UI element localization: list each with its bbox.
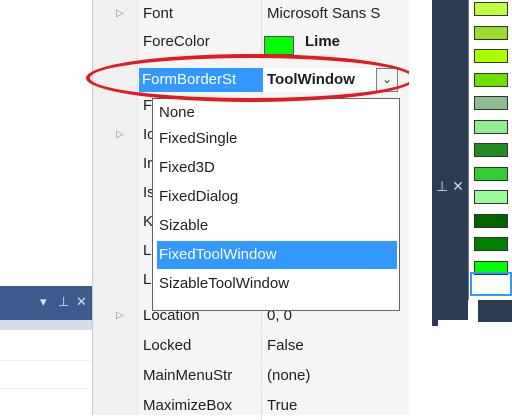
dropdown-option-none[interactable]: None (157, 99, 397, 127)
property-value[interactable]: (none) (267, 367, 406, 384)
column-separator (261, 392, 262, 420)
dropdown-option-fixedsingle[interactable]: FixedSingle (157, 125, 397, 153)
property-name: MainMenuStr (143, 367, 233, 384)
pin-icon[interactable]: ⊥ (58, 294, 69, 310)
close-icon[interactable]: ✕ (76, 294, 87, 310)
property-row[interactable]: Font Microsoft Sans S (137, 0, 408, 28)
color-swatch[interactable] (474, 237, 508, 251)
property-row[interactable]: Locked False (137, 332, 408, 360)
column-separator (261, 28, 262, 56)
color-swatch[interactable] (474, 2, 508, 16)
color-swatch[interactable] (474, 96, 508, 110)
right-bottom-bar (478, 300, 512, 322)
color-swatch[interactable] (474, 190, 508, 204)
property-name: Font (143, 5, 174, 22)
property-value[interactable]: False (267, 337, 406, 354)
property-name: MaximizeBox (143, 397, 233, 414)
expand-icon[interactable]: ▷ (116, 8, 124, 19)
property-row[interactable]: MaximizeBox True (137, 392, 408, 420)
right-dark-bar (432, 0, 468, 320)
expand-icon[interactable]: ▷ (116, 310, 124, 321)
dropdown-icon[interactable]: ▾ (40, 294, 47, 310)
dropdown-option-fixed3d[interactable]: Fixed3D (157, 154, 397, 182)
column-separator (261, 332, 262, 360)
formborderstyle-dropdown-list[interactable]: None FixedSingle Fixed3D FixedDialog Siz… (152, 98, 400, 311)
color-swatch[interactable] (474, 119, 508, 134)
selected-swatch-frame (470, 272, 512, 296)
highlight-ellipse (86, 54, 416, 102)
dropdown-option-sizable[interactable]: Sizable (157, 212, 397, 240)
left-panel-titlebar: ▾ ⊥ ✕ (0, 286, 92, 320)
left-panel-strip (0, 320, 92, 330)
property-value[interactable]: Lime (305, 33, 405, 50)
property-name: ForeColor (143, 33, 210, 50)
property-row[interactable]: MainMenuStr (none) (137, 362, 408, 390)
column-separator (261, 0, 262, 28)
property-name: Locked (143, 337, 192, 354)
color-swatch[interactable] (474, 49, 508, 63)
color-swatch[interactable] (474, 213, 508, 228)
dropdown-option-sizabletoolwindow[interactable]: SizableToolWindow (157, 270, 397, 298)
property-value[interactable]: Microsoft Sans S (267, 5, 406, 22)
color-swatch[interactable] (474, 143, 508, 157)
forecolor-swatch (264, 36, 294, 55)
left-panel-content (0, 340, 92, 415)
property-value[interactable]: True (267, 397, 406, 414)
right-bar-controls[interactable]: ⊥ ✕ (436, 178, 464, 195)
color-swatch[interactable] (474, 25, 508, 40)
column-separator (261, 362, 262, 390)
right-bottom-bar-edge (432, 318, 438, 326)
dropdown-option-fixedtoolwindow[interactable]: FixedToolWindow (157, 241, 397, 269)
color-swatch[interactable] (474, 166, 508, 181)
dropdown-option-fixeddialog[interactable]: FixedDialog (157, 183, 397, 211)
expand-icon[interactable]: ▷ (116, 129, 124, 140)
color-swatch[interactable] (474, 72, 508, 87)
